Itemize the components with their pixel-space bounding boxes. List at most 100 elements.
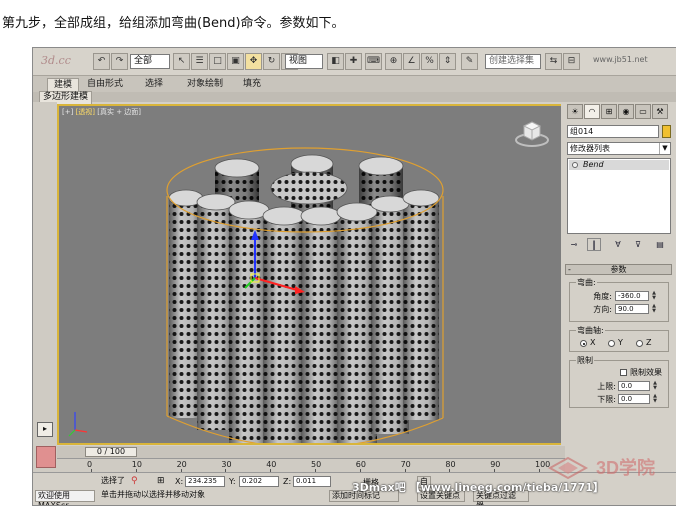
undo-icon[interactable]: ↶ — [93, 53, 110, 70]
redo-icon[interactable]: ↷ — [111, 53, 128, 70]
time-slider[interactable]: 0 / 100 — [85, 447, 137, 457]
spinner-snap-icon[interactable]: ⇕ — [439, 53, 456, 70]
perforated-columns-model[interactable] — [59, 106, 563, 443]
limit-effect-checkbox[interactable] — [620, 369, 627, 376]
select-manipulate-icon[interactable]: ✚ — [345, 53, 362, 70]
tick-label: 40 — [266, 460, 277, 469]
select-object-icon[interactable]: ↖ — [173, 53, 190, 70]
expand-ribbon-icon[interactable]: ▸ — [37, 422, 53, 437]
align-icon[interactable]: ⊟ — [563, 53, 580, 70]
pin-stack-icon[interactable]: ⊸ — [567, 238, 581, 251]
logo-text: 3D学院 — [596, 457, 655, 478]
stack-tools: ⊸ ┃ ∀ ⊽ ▤ — [567, 238, 671, 252]
selection-filter-dropdown[interactable]: 全部 — [130, 54, 170, 69]
chevron-down-icon: ▼ — [659, 143, 670, 154]
move-icon[interactable]: ✥ — [245, 53, 262, 70]
track-bar[interactable]: 0 10 20 30 40 50 60 70 80 90 100 — [57, 458, 565, 473]
upper-limit-spinner[interactable]: ▲ ▼ — [652, 381, 658, 391]
upper-limit-input[interactable]: 0.0 — [618, 381, 650, 391]
maxscript-listener[interactable]: 欢迎使用 MAXScr — [35, 490, 95, 505]
direction-input[interactable]: 90.0 — [615, 304, 649, 314]
parameters-rollout[interactable]: - 参数 — [565, 264, 672, 275]
direction-spinner[interactable]: ▲ ▼ — [651, 304, 657, 314]
command-panel: ☀ ◠ ⊞ ◉ ▭ ⚒ 组014 修改器列表 ▼ Bend ⊸ ┃ ∀ ⊽ ▤ … — [561, 102, 676, 472]
select-by-name-icon[interactable]: ☰ — [191, 53, 208, 70]
3dsmax-window: 3d.cc ↶ ↷ 全部 ↖ ☰ □ ▣ ✥ ↻ ▢ 视图 ◧ ✚ ⌨ ⊕ ∠ … — [32, 47, 676, 506]
3d-academy-logo: 3D学院 — [547, 456, 655, 480]
tab-object-paint[interactable]: 对象绘制 — [181, 78, 229, 91]
tick-label: 10 — [131, 460, 142, 469]
time-slider-track[interactable]: 0 / 100 — [57, 446, 565, 458]
snap-toggle-icon[interactable]: ⊕ — [385, 53, 402, 70]
tick-label: 50 — [311, 460, 322, 469]
lower-limit-input[interactable]: 0.0 — [618, 394, 650, 404]
rollout-title: 参数 — [610, 265, 627, 274]
percent-snap-icon[interactable]: % — [421, 53, 438, 70]
pivot-center-icon[interactable]: ◧ — [327, 53, 344, 70]
object-color-swatch[interactable] — [662, 125, 671, 138]
create-tab-icon[interactable]: ☀ — [567, 104, 583, 119]
y-coord-field[interactable]: 0.202 — [239, 476, 279, 487]
axis-y-label: Y — [618, 338, 623, 347]
tick-label: 70 — [400, 460, 411, 469]
named-selection-set-field[interactable]: 创建选择集 — [485, 54, 541, 69]
lock-selection-icon[interactable]: ⚲ — [131, 476, 138, 486]
lightbulb-icon[interactable] — [572, 162, 578, 168]
keyboard-shortcut-icon[interactable]: ⌨ — [365, 53, 382, 70]
command-panel-tabs: ☀ ◠ ⊞ ◉ ▭ ⚒ — [563, 104, 674, 120]
modifier-list-label: 修改器列表 — [570, 144, 610, 153]
lower-limit-spinner[interactable]: ▲ ▼ — [652, 394, 658, 404]
tab-populate[interactable]: 填充 — [237, 78, 267, 91]
show-end-result-icon[interactable]: ┃ — [587, 238, 601, 251]
display-tab-icon[interactable]: ▭ — [635, 104, 651, 119]
axis-x-label: X — [590, 338, 596, 347]
rect-select-icon[interactable]: □ — [209, 53, 226, 70]
mirror-icon[interactable]: ⇆ — [545, 53, 562, 70]
site-watermark: www.jb51.net — [593, 55, 648, 64]
axis-z-radio[interactable] — [636, 340, 643, 347]
axis-y-radio[interactable] — [608, 340, 615, 347]
limits-group: 限制 限制效果 上限: 0.0 ▲ ▼ 下限: 0.0 ▲ ▼ — [569, 355, 669, 408]
angle-input[interactable]: -360.0 — [615, 291, 649, 301]
stack-item-bend[interactable]: Bend — [569, 160, 669, 170]
angle-snap-icon[interactable]: ∠ — [403, 53, 420, 70]
modifier-stack[interactable]: Bend — [567, 158, 671, 234]
rotate-icon[interactable]: ↻ — [263, 53, 280, 70]
stack-item-label: Bend — [583, 160, 604, 169]
axis-x-radio[interactable] — [580, 340, 587, 347]
modifier-list-dropdown[interactable]: 修改器列表 ▼ — [567, 142, 671, 155]
window-crossing-icon[interactable]: ▣ — [227, 53, 244, 70]
reference-coord-dropdown[interactable]: 视图 — [285, 54, 323, 69]
object-name-field[interactable]: 组014 — [567, 125, 659, 138]
angle-label: 角度: — [593, 292, 612, 301]
tab-freeform[interactable]: 自由形式 — [81, 78, 129, 91]
edit-named-selection-icon[interactable]: ✎ — [461, 53, 478, 70]
tick-label: 90 — [490, 460, 501, 469]
ribbon-tabs: 建模 自由形式 选择 对象绘制 填充 — [33, 76, 676, 92]
x-coord-label: X: — [175, 477, 184, 486]
main-toolbar: 3d.cc ↶ ↷ 全部 ↖ ☰ □ ▣ ✥ ↻ ▢ 视图 ◧ ✚ ⌨ ⊕ ∠ … — [33, 48, 676, 76]
z-coord-label: Z: — [283, 477, 292, 486]
modify-tab-icon[interactable]: ◠ — [584, 104, 600, 119]
tab-selection[interactable]: 选择 — [139, 78, 169, 91]
tab-modeling[interactable]: 建模 — [47, 78, 80, 92]
prompt-line: 单击并拖动以选择并移动对象 — [99, 490, 329, 502]
remove-modifier-icon[interactable]: ⊽ — [631, 238, 645, 251]
upper-limit-label: 上限: — [597, 382, 616, 391]
hierarchy-tab-icon[interactable]: ⊞ — [601, 104, 617, 119]
absolute-mode-icon[interactable]: ⊞ — [157, 476, 165, 486]
utilities-tab-icon[interactable]: ⚒ — [652, 104, 668, 119]
configure-sets-icon[interactable]: ▤ — [653, 238, 667, 251]
collapse-icon: - — [568, 265, 571, 274]
z-coord-field[interactable]: 0.011 — [293, 476, 331, 487]
perspective-viewport[interactable]: [+] [透视] [真实 + 边面] — [57, 104, 565, 445]
limits-label: 限制 — [576, 355, 594, 366]
angle-spinner[interactable]: ▲ ▼ — [651, 291, 657, 301]
motion-tab-icon[interactable]: ◉ — [618, 104, 634, 119]
brand-mark: 3d.cc — [41, 54, 71, 67]
selection-status: 选择了 — [99, 476, 129, 488]
mini-listener[interactable] — [36, 446, 56, 468]
make-unique-icon[interactable]: ∀ — [611, 238, 625, 251]
x-coord-field[interactable]: 234.235 — [185, 476, 225, 487]
bend-group: 弯曲: 角度: -360.0 ▲ ▼ 方向: 90.0 ▲ ▼ — [569, 277, 669, 322]
